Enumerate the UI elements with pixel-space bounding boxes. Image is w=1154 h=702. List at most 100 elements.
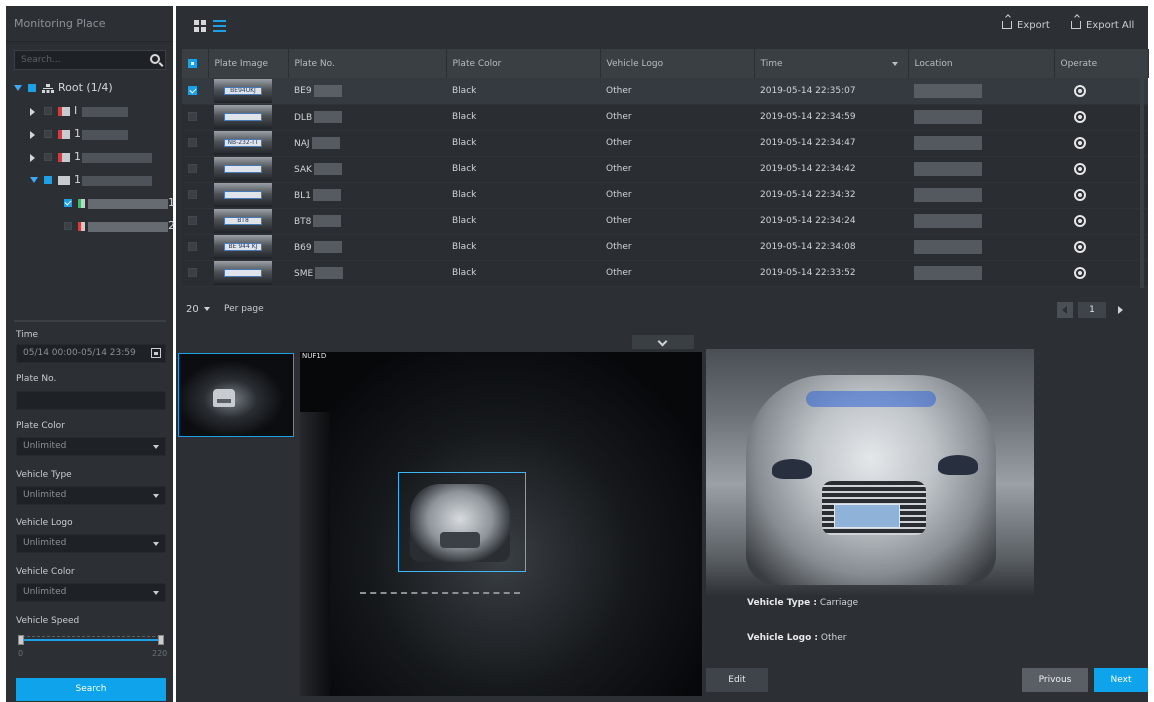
collapse-toggle[interactable] [632,335,694,349]
table-header: Plate Image Plate No. Plate Color Vehicl… [182,49,1149,78]
playback-icon[interactable] [1074,241,1086,253]
col-time[interactable]: Time [754,49,909,78]
plate-no-cell: B69 [288,234,446,261]
table-row[interactable]: SAK Black Other 2019-05-14 22:34:42 [182,156,1148,183]
tree-checkbox[interactable] [28,84,36,92]
expand-arrow-icon[interactable] [14,85,22,91]
table-row[interactable]: DLB Black Other 2019-05-14 22:34:59 [182,104,1148,131]
row-checkbox-cell[interactable] [182,156,208,183]
plate-no-input[interactable] [16,391,166,410]
expand-arrow-icon[interactable] [30,154,35,162]
operate-cell [1054,78,1148,105]
tree-channel[interactable]: 2 [6,216,175,239]
table-row[interactable]: SME Black Other 2019-05-14 22:33:52 [182,260,1148,287]
vehicle-logo-cell: Other [600,182,754,209]
page-number-input[interactable]: 1 [1078,302,1106,318]
search-input[interactable] [15,51,143,69]
time-cell: 2019-05-14 22:34:24 [754,208,908,235]
col-location: Location [908,49,1055,78]
row-checkbox-cell[interactable] [182,260,208,287]
row-checkbox-cell[interactable] [182,208,208,235]
vehicle-logo-cell: Other [600,208,754,235]
record-table: Plate Image Plate No. Plate Color Vehicl… [182,49,1149,287]
sort-icon[interactable] [891,61,898,66]
playback-icon[interactable] [1074,84,1086,97]
device-icon [58,176,70,185]
row-checkbox-cell[interactable] [182,130,208,157]
table-scrollbar[interactable] [1140,78,1144,288]
export-all-button[interactable]: Export All [1071,20,1134,31]
row-checkbox[interactable] [188,85,197,95]
vehicle-logo-select[interactable]: Unlimited [16,534,166,553]
tree-node[interactable]: I [6,101,173,124]
speed-range-slider[interactable] [18,635,164,645]
row-checkbox-cell[interactable] [182,182,208,209]
tree-checkbox[interactable] [44,153,52,161]
time-range-field[interactable]: 05/14 00:00-05/14 23:59 [16,344,166,363]
playback-icon[interactable] [1074,267,1086,279]
playback-icon[interactable] [1074,163,1086,175]
vehicle-color-select[interactable]: Unlimited [16,583,166,602]
row-checkbox-cell[interactable] [182,78,208,105]
table-row[interactable]: BE94UKJ BE9 Black Other 2019-05-14 22:35:07 [182,78,1148,105]
row-checkbox-cell[interactable] [182,234,208,261]
next-page-button[interactable] [1112,302,1128,318]
vehicle-type-select[interactable]: Unlimited [16,486,166,505]
select-all-checkbox[interactable] [188,58,197,68]
tree-channel[interactable]: 1 [6,193,175,216]
col-vehicle-logo: Vehicle Logo [600,49,755,78]
row-checkbox[interactable] [188,242,197,251]
expand-arrow-icon[interactable] [30,177,38,183]
row-checkbox[interactable] [188,138,197,147]
row-checkbox[interactable] [188,268,197,277]
tree-node[interactable]: 1 [6,147,173,170]
table-row[interactable]: BT8 BT8 Black Other 2019-05-14 22:34:24 [182,208,1148,235]
camera-icon [78,199,85,208]
grid-view-icon[interactable] [194,20,206,32]
tree-checkbox[interactable] [44,107,52,115]
slider-handle-max[interactable] [158,635,164,645]
tree-checkbox[interactable] [44,176,52,184]
row-checkbox-cell[interactable] [182,104,208,131]
panel-divider[interactable] [14,320,166,322]
tree-node-root[interactable]: Root (1/4) [6,78,173,101]
search-button[interactable]: Search [16,678,166,701]
export-button[interactable]: Export [1002,20,1050,31]
row-checkbox[interactable] [188,112,197,121]
edit-button[interactable]: Edit [706,668,768,692]
table-row[interactable]: BL1 Black Other 2019-05-14 22:34:32 [182,182,1148,209]
previous-button[interactable]: Privous [1022,668,1088,692]
tree-checkbox[interactable] [44,130,52,138]
plate-image-cell [208,182,288,209]
playback-icon[interactable] [1074,215,1086,227]
playback-icon[interactable] [1074,189,1086,201]
plate-thumbnail: BT8 [214,209,272,233]
table-row[interactable]: NB-232-TT NAJ Black Other 2019-05-14 22:34:4… [182,130,1148,157]
operate-cell [1054,130,1148,157]
tree-checkbox[interactable] [64,199,72,207]
tree-checkbox[interactable] [64,222,72,230]
plate-thumbnail: BE 944 KJ [214,235,272,259]
row-checkbox[interactable] [188,164,197,173]
scene-thumbnail[interactable] [178,353,294,437]
expand-arrow-icon[interactable] [30,131,35,139]
row-checkbox[interactable] [188,190,197,199]
row-checkbox[interactable] [188,216,197,225]
calendar-icon[interactable] [151,348,161,358]
select-all-cell[interactable] [182,49,209,78]
playback-icon[interactable] [1074,137,1086,149]
tree-node-expanded[interactable]: 1 [6,170,173,193]
search-icon[interactable] [150,54,160,64]
expand-arrow-icon[interactable] [30,108,35,116]
prev-page-button[interactable] [1057,302,1073,318]
list-view-icon[interactable] [213,20,226,32]
playback-icon[interactable] [1074,111,1086,123]
location-cell [908,156,1054,183]
table-row[interactable]: BE 944 KJ B69 Black Other 2019-05-14 22:34:0… [182,234,1148,261]
plate-color-select[interactable]: Unlimited [16,437,166,456]
per-page-select[interactable]: 20 [186,304,210,315]
slider-handle-min[interactable] [18,635,24,645]
device-icon [58,130,70,139]
next-button[interactable]: Next [1094,668,1148,692]
tree-node[interactable]: 1 [6,124,173,147]
